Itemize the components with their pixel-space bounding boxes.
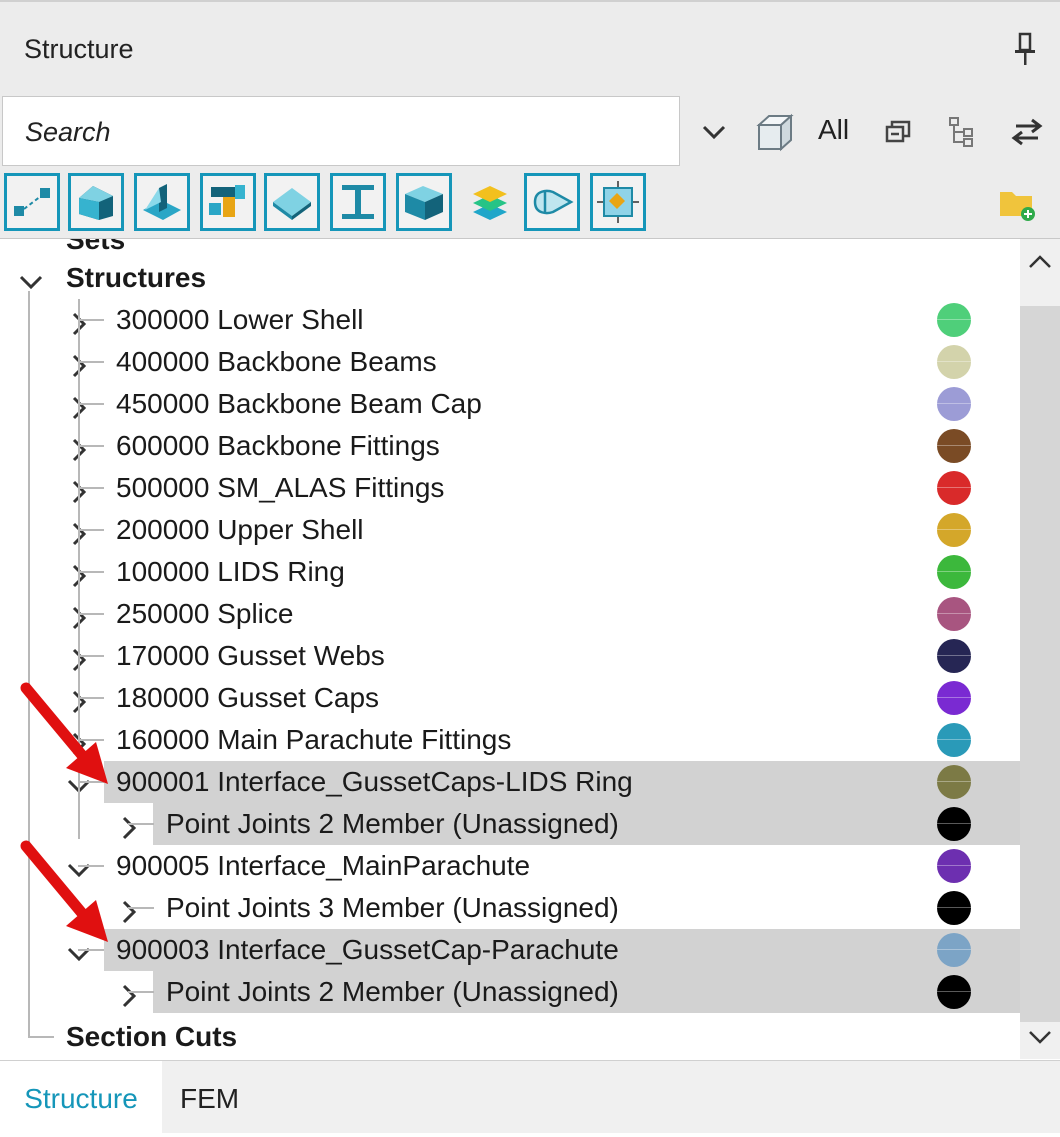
panel-title: Structure bbox=[24, 34, 134, 64]
bottom-tab-bar: Structure FEM bbox=[0, 1060, 1060, 1134]
point-joint-icon[interactable] bbox=[4, 173, 60, 231]
tab-fem[interactable]: FEM bbox=[180, 1061, 239, 1134]
color-swatch[interactable] bbox=[937, 723, 971, 757]
layers-icon[interactable] bbox=[462, 176, 518, 232]
cube-icon[interactable] bbox=[752, 108, 796, 156]
swap-icon[interactable] bbox=[1008, 108, 1046, 156]
tree-item[interactable]: 200000 Upper Shell bbox=[0, 509, 1020, 551]
color-swatch[interactable] bbox=[937, 891, 971, 925]
tree-item-label: 900001 Interface_GussetCaps-LIDS Ring bbox=[116, 766, 633, 797]
tree-item-label: 900005 Interface_MainParachute bbox=[116, 850, 531, 881]
color-swatch[interactable] bbox=[937, 849, 971, 883]
tree-subitem[interactable]: Point Joints 2 Member (Unassigned) bbox=[122, 971, 1020, 1013]
color-swatch[interactable] bbox=[937, 807, 971, 841]
search-box[interactable] bbox=[2, 96, 680, 166]
color-swatch[interactable] bbox=[937, 975, 971, 1009]
tree-connector bbox=[78, 361, 104, 363]
tree-item[interactable]: 400000 Backbone Beams bbox=[0, 341, 1020, 383]
tree-item-label: 180000 Gusset Caps bbox=[116, 682, 380, 713]
annotation-arrow bbox=[18, 838, 118, 953]
scroll-thumb[interactable] bbox=[1020, 306, 1060, 1022]
plate-icon[interactable] bbox=[134, 173, 190, 231]
color-swatch[interactable] bbox=[937, 933, 971, 967]
tree-connector bbox=[78, 529, 104, 531]
solid-icon[interactable] bbox=[68, 173, 124, 231]
tree-item-label: Point Joints 2 Member (Unassigned) bbox=[166, 976, 619, 1007]
tree-connector bbox=[78, 403, 104, 405]
tree-header-structures[interactable]: Structures bbox=[0, 257, 1020, 299]
tree-item-label: 300000 Lower Shell bbox=[116, 304, 364, 335]
tree-connector bbox=[28, 1036, 54, 1038]
tree-item[interactable]: 180000 Gusset Caps bbox=[0, 677, 1020, 719]
tree-item[interactable]: 100000 LIDS Ring bbox=[0, 551, 1020, 593]
tree-connector bbox=[128, 823, 154, 825]
tree-item-label: 170000 Gusset Webs bbox=[116, 640, 385, 671]
tree-item[interactable]: 900001 Interface_GussetCaps-LIDS Ring bbox=[67, 761, 1020, 803]
collapse-all-icon[interactable] bbox=[880, 108, 916, 156]
tree-item-label: 160000 Main Parachute Fittings bbox=[116, 724, 512, 755]
hierarchy-icon[interactable] bbox=[944, 108, 980, 156]
tree-item-label: 200000 Upper Shell bbox=[116, 514, 364, 545]
new-folder-icon[interactable] bbox=[998, 186, 1038, 222]
color-swatch[interactable] bbox=[937, 429, 971, 463]
tree-item-label: 400000 Backbone Beams bbox=[116, 346, 437, 377]
tree-item[interactable]: 250000 Splice bbox=[0, 593, 1020, 635]
tree-connector bbox=[78, 571, 104, 573]
tree-header-section-cuts[interactable]: Section Cuts bbox=[0, 1016, 1020, 1058]
parachute-icon[interactable] bbox=[524, 173, 580, 231]
tree-item[interactable]: 160000 Main Parachute Fittings bbox=[0, 719, 1020, 761]
tree-item[interactable]: 500000 SM_ALAS Fittings bbox=[0, 467, 1020, 509]
color-swatch[interactable] bbox=[937, 513, 971, 547]
tree-connector bbox=[128, 907, 154, 909]
tree-connector bbox=[78, 487, 104, 489]
structure-tree[interactable]: Sets Structures 300000 Lower Shell 400000… bbox=[0, 239, 1020, 1059]
color-swatch[interactable] bbox=[937, 639, 971, 673]
tree-item-label: 500000 SM_ALAS Fittings bbox=[116, 472, 445, 503]
annotation-arrow bbox=[18, 680, 118, 795]
tree-item[interactable]: 600000 Backbone Fittings bbox=[0, 425, 1020, 467]
chevron-down-icon[interactable] bbox=[698, 108, 730, 156]
pin-icon[interactable] bbox=[1012, 32, 1038, 66]
section-icon[interactable] bbox=[590, 173, 646, 231]
tree-subitem[interactable]: Point Joints 2 Member (Unassigned) bbox=[122, 803, 1020, 845]
tree-item-label: Point Joints 3 Member (Unassigned) bbox=[166, 892, 619, 923]
color-swatch[interactable] bbox=[937, 387, 971, 421]
color-swatch[interactable] bbox=[937, 765, 971, 799]
tab-structure[interactable]: Structure bbox=[0, 1061, 162, 1134]
tree-item[interactable]: 900005 Interface_MainParachute bbox=[0, 845, 1020, 887]
color-swatch[interactable] bbox=[937, 303, 971, 337]
color-swatch[interactable] bbox=[937, 345, 971, 379]
tree-connector bbox=[128, 991, 154, 993]
color-swatch[interactable] bbox=[937, 597, 971, 631]
scroll-up-icon[interactable] bbox=[1020, 242, 1060, 282]
box-icon[interactable] bbox=[396, 173, 452, 231]
color-swatch[interactable] bbox=[937, 555, 971, 589]
tree-item-label: 100000 LIDS Ring bbox=[116, 556, 345, 587]
all-filter-button[interactable]: All bbox=[818, 114, 849, 146]
beam-icon[interactable] bbox=[330, 173, 386, 231]
surface-icon[interactable] bbox=[264, 173, 320, 231]
chevron-down-icon[interactable] bbox=[18, 265, 44, 291]
tree-connector bbox=[78, 319, 104, 321]
tree-item[interactable]: 300000 Lower Shell bbox=[0, 299, 1020, 341]
scroll-down-icon[interactable] bbox=[1020, 1017, 1060, 1057]
panel-header: Structure bbox=[0, 0, 1060, 92]
color-swatch[interactable] bbox=[937, 471, 971, 505]
tree-connector bbox=[78, 655, 104, 657]
tree-connector bbox=[78, 613, 104, 615]
tree-item[interactable]: 450000 Backbone Beam Cap bbox=[0, 383, 1020, 425]
tree-item-label: 900003 Interface_GussetCap-Parachute bbox=[116, 934, 619, 965]
fitting-icon[interactable] bbox=[200, 173, 256, 231]
tree-item[interactable]: 170000 Gusset Webs bbox=[0, 635, 1020, 677]
search-input[interactable] bbox=[23, 113, 667, 151]
tree-item-label: Point Joints 2 Member (Unassigned) bbox=[166, 808, 619, 839]
tree-connector bbox=[78, 445, 104, 447]
tree-item-label: 250000 Splice bbox=[116, 598, 294, 629]
tree-item[interactable]: 900003 Interface_GussetCap-Parachute bbox=[67, 929, 1020, 971]
tree-item-label: 600000 Backbone Fittings bbox=[116, 430, 440, 461]
color-swatch[interactable] bbox=[937, 681, 971, 715]
tree-item-label: 450000 Backbone Beam Cap bbox=[116, 388, 482, 419]
